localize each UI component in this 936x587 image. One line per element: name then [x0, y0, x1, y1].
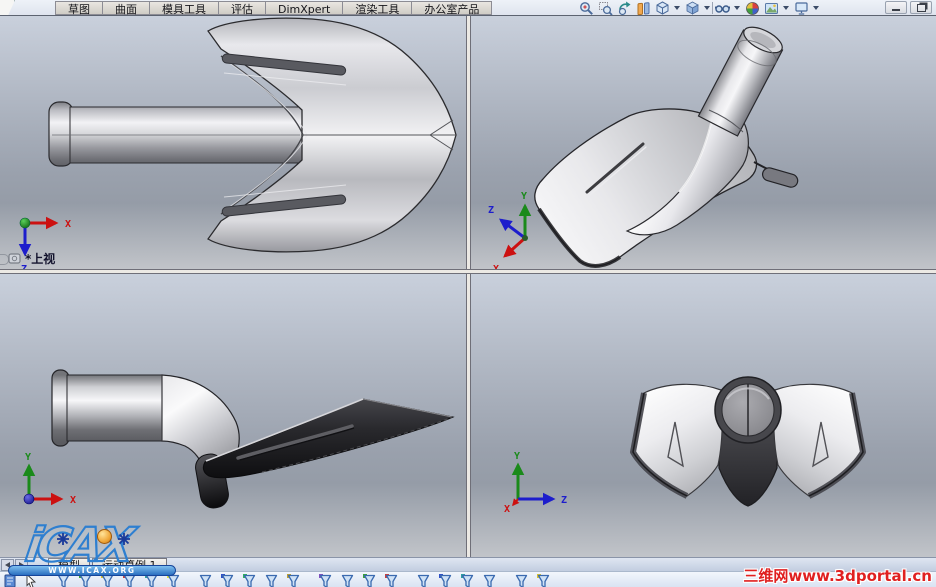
- status-separator: [712, 2, 713, 14]
- selection-filter-icon[interactable]: [341, 574, 354, 587]
- selection-filter-icon[interactable]: [385, 574, 398, 587]
- viewport-isometric-view[interactable]: Y Z X: [471, 16, 936, 269]
- tab-mold-tools[interactable]: 模具工具: [150, 1, 219, 16]
- selection-filter-icon[interactable]: [145, 574, 158, 587]
- heads-up-view-toolbar: [578, 0, 820, 16]
- selection-filter-icon[interactable]: [461, 574, 474, 587]
- document-icon[interactable]: [4, 574, 17, 587]
- axis-y-label: Y: [521, 191, 527, 202]
- dropdown-caret[interactable]: [674, 6, 680, 10]
- tab-motion-study[interactable]: 运动算例 1: [92, 558, 167, 572]
- viewport-grid: X Z *上视: [0, 16, 936, 557]
- selection-filter-icon[interactable]: [79, 574, 92, 587]
- previous-view-icon[interactable]: [616, 1, 632, 16]
- selection-filter-icon[interactable]: [287, 574, 300, 587]
- document-window-controls: [885, 1, 932, 14]
- vertical-splitter[interactable]: [466, 16, 471, 557]
- section-view-icon[interactable]: [635, 1, 651, 16]
- panel-corner: [0, 0, 15, 15]
- view-name-label: *上视: [8, 250, 55, 267]
- selection-filter-icon[interactable]: [57, 574, 70, 587]
- dropdown-caret[interactable]: [704, 6, 710, 10]
- view-orientation-icon[interactable]: [654, 0, 670, 16]
- reference-triad: Y Z X: [488, 191, 532, 269]
- dropdown-caret[interactable]: [783, 6, 789, 10]
- right-arrow-icon: [19, 562, 24, 568]
- tab-evaluate[interactable]: 评估: [219, 1, 266, 16]
- axis-z-label: Z: [488, 205, 494, 216]
- selection-filter-icon[interactable]: [439, 574, 452, 587]
- view-orientation-badge-icon: [8, 253, 21, 264]
- selection-filter-icon[interactable]: [101, 574, 114, 587]
- selection-filter-icon[interactable]: [123, 574, 136, 587]
- axis-x-label: X: [70, 495, 76, 506]
- viewport-top-view[interactable]: X Z *上视: [0, 16, 466, 269]
- horizontal-splitter[interactable]: [0, 269, 936, 274]
- selection-filter-icon[interactable]: [515, 574, 528, 587]
- selection-filter-icon[interactable]: [483, 574, 496, 587]
- tab-render-tools[interactable]: 渲染工具: [343, 1, 413, 16]
- selection-filter-icon[interactable]: [243, 574, 256, 587]
- command-manager-bar: 草图 曲面 模具工具 评估 DimXpert 渲染工具 办公室产品: [0, 0, 936, 16]
- viewport-rear-view[interactable]: Y Z X: [471, 274, 936, 557]
- selection-filter-icon[interactable]: [537, 574, 550, 587]
- viewport-side-view[interactable]: Y X: [0, 274, 466, 557]
- selection-filter-icon[interactable]: [265, 574, 278, 587]
- hide-show-items-icon[interactable]: [714, 1, 730, 16]
- axis-y-label: Y: [514, 451, 520, 462]
- dropdown-caret[interactable]: [734, 6, 740, 10]
- selection-filter-icon[interactable]: [417, 574, 430, 587]
- display-style-icon[interactable]: [684, 1, 700, 16]
- axis-y-label: Y: [25, 452, 31, 463]
- reference-triad: Y X: [22, 452, 76, 506]
- tab-surfaces[interactable]: 曲面: [103, 1, 150, 16]
- axis-x-label: X: [504, 504, 510, 514]
- tab-dimxpert[interactable]: DimXpert: [266, 1, 344, 16]
- portal-watermark: 三维网www.3dportal.cn: [743, 567, 932, 585]
- zoom-to-area-icon[interactable]: [597, 1, 613, 16]
- axis-z-label: Z: [561, 495, 567, 506]
- minimize-icon: [892, 9, 900, 11]
- left-arrow-icon: [5, 562, 10, 568]
- tab-scroll-right-button[interactable]: [15, 559, 28, 571]
- tab-office-products[interactable]: 办公室产品: [412, 1, 493, 16]
- shovel-model-side-view[interactable]: [0, 274, 466, 557]
- zoom-in-out-icon[interactable]: [578, 1, 594, 16]
- axis-x-label: X: [65, 219, 71, 230]
- selection-filter-icon[interactable]: [167, 574, 180, 587]
- tab-model[interactable]: 模型: [48, 558, 90, 572]
- command-tabs: 草图 曲面 模具工具 评估 DimXpert 渲染工具 办公室产品: [55, 0, 493, 16]
- select-cursor-icon[interactable]: [26, 574, 38, 587]
- view-settings-icon[interactable]: [793, 1, 809, 16]
- selection-filter-icon[interactable]: [319, 574, 332, 587]
- tab-scroll-left-button[interactable]: [1, 559, 14, 571]
- selection-filter-icon[interactable]: [221, 574, 234, 587]
- selection-filter-icon[interactable]: [199, 574, 212, 587]
- selection-filter-icon[interactable]: [363, 574, 376, 587]
- tab-sketch[interactable]: 草图: [55, 1, 103, 16]
- apply-scene-icon[interactable]: [763, 1, 779, 16]
- window-minimize-button[interactable]: [885, 1, 907, 14]
- shovel-model-rear-view[interactable]: [471, 274, 936, 557]
- edit-appearance-icon[interactable]: [744, 1, 760, 16]
- window-restore-button[interactable]: [910, 1, 932, 14]
- solidworks-window: 草图 曲面 模具工具 评估 DimXpert 渲染工具 办公室产品 X *上视 …: [0, 0, 936, 587]
- dropdown-caret[interactable]: [813, 6, 819, 10]
- restore-icon: [916, 4, 926, 12]
- reference-triad: Y Z X: [504, 451, 567, 514]
